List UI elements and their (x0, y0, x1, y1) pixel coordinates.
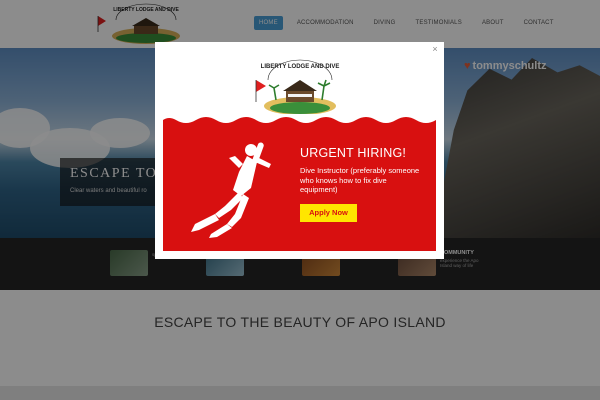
popup-logo-text: LIBERTY LODGE AND DIVE (261, 64, 340, 70)
close-icon[interactable]: × (430, 44, 440, 54)
hiring-popup: × LIBERTY LODGE AND DIVE URGENT HIRING! … (155, 42, 444, 259)
popup-logo: LIBERTY LODGE AND DIVE (255, 59, 340, 115)
diver-icon (191, 142, 271, 238)
apply-now-button[interactable]: Apply Now (300, 204, 357, 222)
hiring-title: URGENT HIRING! (300, 146, 407, 160)
hiring-panel: URGENT HIRING! Dive Instructor (preferab… (163, 114, 436, 251)
wave-divider (163, 114, 436, 123)
hiring-description: Dive Instructor (preferably someone who … (300, 166, 420, 194)
